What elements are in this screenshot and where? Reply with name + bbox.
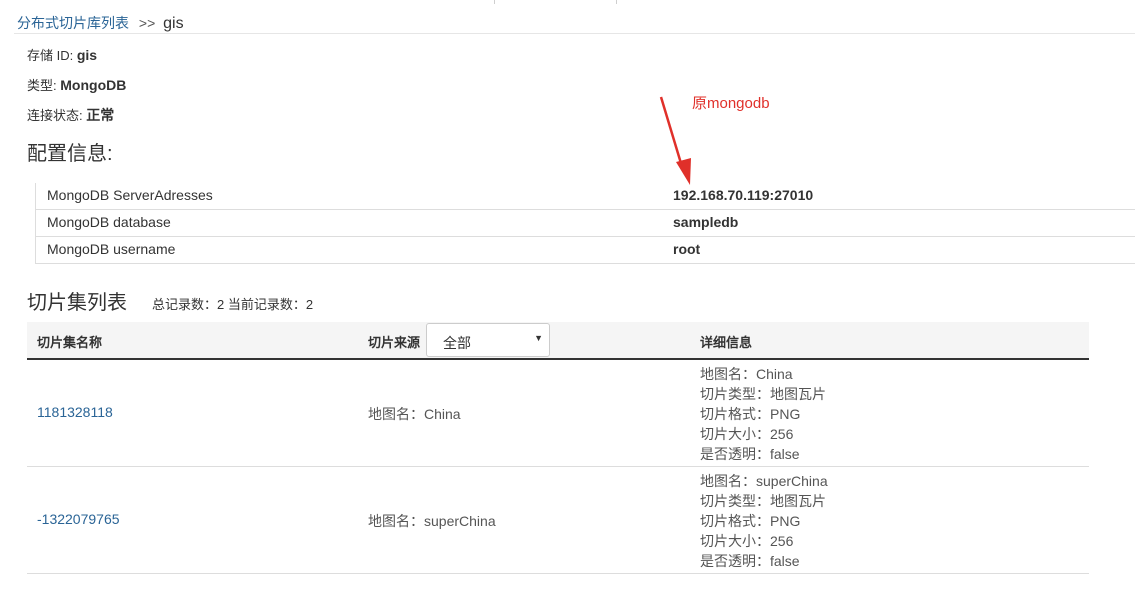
config-table: MongoDB ServerAdresses 192.168.70.119:27… [35, 183, 1135, 264]
tileset-details: 地图名：superChina 切片类型：地图瓦片 切片格式：PNG 切片大小：2… [700, 471, 828, 571]
breadcrumb-current: gis [163, 15, 184, 32]
detail-line: 是否透明：false [700, 446, 800, 462]
page: 分布式切片库列表 >> gis 存储 ID: gis 类型: MongoDB 连… [0, 0, 1135, 603]
config-value: root [673, 241, 701, 257]
detail-line: 切片格式：PNG [700, 406, 801, 422]
column-header-source: 切片来源 [368, 335, 421, 350]
table-header: 切片集名称 切片来源 全部 ▼ 详细信息 [27, 322, 1089, 360]
storage-type-label: 类型: [27, 78, 57, 93]
tileset-table: 切片集名称 切片来源 全部 ▼ 详细信息 1181328118 地图名：Chin… [27, 322, 1089, 574]
connection-status: 连接状态: 正常 [27, 105, 114, 125]
config-value: sampledb [673, 214, 739, 230]
detail-line: 地图名：superChina [700, 473, 828, 489]
tileset-source: 地图名：China [368, 406, 461, 422]
breadcrumb: 分布式切片库列表 >> gis [17, 13, 184, 33]
detail-line: 切片大小：256 [700, 426, 794, 442]
tileset-details: 地图名：China 切片类型：地图瓦片 切片格式：PNG 切片大小：256 是否… [700, 364, 826, 464]
tileset-id-link[interactable]: 1181328118 [37, 404, 113, 420]
config-row: MongoDB ServerAdresses 192.168.70.119:27… [35, 183, 1135, 210]
config-row: MongoDB username root [35, 237, 1135, 264]
detail-line: 切片类型：地图瓦片 [700, 386, 826, 402]
tileset-list-title: 切片集列表 [27, 292, 127, 314]
caret-down-icon: ▼ [534, 333, 543, 343]
record-counts: 总记录数：2 当前记录数：2 [152, 297, 314, 312]
connection-status-value: 正常 [86, 107, 115, 123]
storage-id-value: gis [76, 47, 98, 63]
config-key: MongoDB database [47, 214, 171, 230]
storage-id: 存储 ID: gis [27, 45, 97, 64]
detail-line: 地图名：China [700, 366, 793, 382]
table-row: -1322079765 地图名：superChina 地图名：superChin… [27, 467, 1089, 574]
storage-type-value: MongoDB [60, 77, 127, 93]
table-row: 1181328118 地图名：China 地图名：China 切片类型：地图瓦片… [27, 360, 1089, 467]
breadcrumb-parent-link[interactable]: 分布式切片库列表 [17, 15, 129, 31]
tileset-source: 地图名：superChina [368, 513, 496, 529]
column-header-name: 切片集名称 [37, 335, 103, 350]
tileset-id-link[interactable]: -1322079765 [37, 511, 120, 527]
config-key: MongoDB username [47, 241, 176, 257]
config-title: 配置信息: [27, 143, 113, 165]
storage-id-label: 存储 ID: [27, 48, 74, 63]
annotation-label: 原mongodb [692, 95, 770, 112]
breadcrumb-separator: >> [138, 15, 156, 31]
config-key: MongoDB ServerAdresses [47, 187, 213, 203]
detail-line: 是否透明：false [700, 553, 800, 569]
divider [14, 33, 1135, 34]
detail-line: 切片类型：地图瓦片 [700, 493, 826, 509]
detail-line: 切片格式：PNG [700, 513, 801, 529]
detail-line: 切片大小：256 [700, 533, 794, 549]
source-filter-value: 全部 [443, 335, 471, 351]
connection-status-label: 连接状态: [27, 108, 83, 123]
config-row: MongoDB database sampledb [35, 210, 1135, 237]
source-filter-select[interactable]: 全部 ▼ [426, 323, 550, 357]
column-header-detail: 详细信息 [700, 335, 753, 350]
annotation-arrow-icon [659, 96, 691, 185]
storage-type: 类型: MongoDB [27, 75, 126, 94]
